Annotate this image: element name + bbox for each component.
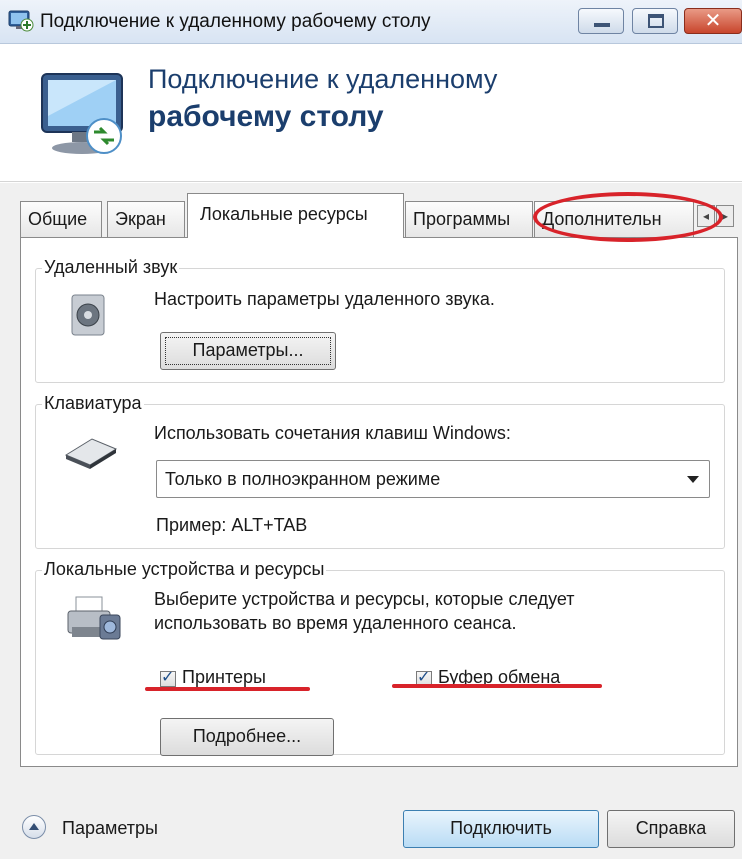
close-button[interactable]: ✕ <box>684 8 742 34</box>
tab-panel-local-resources: Удаленный звук Настроить параметры удале… <box>20 237 738 767</box>
focus-rectangle <box>165 337 331 365</box>
keyboard-example: Пример: ALT+TAB <box>156 515 308 535</box>
remote-sound-group-title: Удаленный звук <box>42 257 180 278</box>
keyboard-group-title: Клавиатура <box>42 393 144 414</box>
maximize-button[interactable] <box>632 8 678 34</box>
local-devices-group-title: Локальные устройства и ресурсы <box>42 559 327 580</box>
minimize-button[interactable] <box>578 8 624 34</box>
local-devices-description-line1: Выберите устройства и ресурсы, которые с… <box>154 589 575 609</box>
printers-label[interactable]: Принтеры <box>182 667 266 688</box>
remote-desktop-icon <box>41 73 123 154</box>
chevron-up-icon <box>29 823 39 830</box>
title-bar: Подключение к удаленному рабочему столу … <box>0 0 742 44</box>
keyboard-combination-value: Только в полноэкранном режиме <box>165 469 441 489</box>
remote-desktop-small-icon <box>8 10 34 32</box>
window-title: Подключение к удаленному рабочему столу <box>40 11 431 32</box>
header-title-line1: Подключение к удаленному <box>148 64 498 94</box>
keyboard-combination-select[interactable]: Только в полноэкранном режиме <box>156 460 710 498</box>
connect-button[interactable]: Подключить <box>403 810 599 848</box>
keyboard-group: Клавиатура Использовать сочетания клавиш… <box>35 393 725 549</box>
remote-sound-description: Настроить параметры удаленного звука. <box>154 289 495 309</box>
connect-button-label: Подключить <box>450 818 552 838</box>
help-button[interactable]: Справка <box>607 810 735 848</box>
printers-checkbox[interactable]: ✓ <box>160 669 176 687</box>
more-details-button-label: Подробнее... <box>192 726 302 746</box>
highlight-underline-clipboard <box>392 684 602 688</box>
dropdown-arrow-icon <box>687 476 699 483</box>
close-icon: ✕ <box>704 10 722 32</box>
keyboard-description: Использовать сочетания клавиш Windows: <box>154 423 511 443</box>
dialog-header: Подключение к удаленному рабочему столу <box>0 44 742 182</box>
help-button-label: Справка <box>635 818 707 838</box>
show-options-toggle[interactable] <box>22 815 46 839</box>
header-title-line2: рабочему столу <box>148 100 384 133</box>
tab-general[interactable]: Общие <box>20 201 102 237</box>
remote-sound-group: Удаленный звук Настроить параметры удале… <box>35 257 725 383</box>
printer-devices-icon <box>67 596 121 640</box>
highlight-oval-advanced-tab <box>533 192 723 242</box>
more-details-button[interactable]: Подробнее... <box>160 718 334 756</box>
speaker-icon <box>71 294 105 336</box>
tab-local-resources[interactable]: Локальные ресурсы <box>187 193 404 238</box>
highlight-underline-printers <box>145 687 310 691</box>
local-devices-group: Локальные устройства и ресурсы Выберите … <box>35 559 725 756</box>
tab-display[interactable]: Экран <box>107 201 185 237</box>
maximize-icon <box>648 14 664 28</box>
sound-settings-button[interactable]: Параметры... <box>160 332 336 370</box>
show-options-label[interactable]: Параметры <box>62 818 158 839</box>
keyboard-icon <box>64 438 118 469</box>
tab-programs[interactable]: Программы <box>405 201 533 237</box>
local-devices-description-line2: использовать во время удаленного сеанса. <box>154 613 517 633</box>
minimize-icon <box>594 23 610 27</box>
checkmark-icon: ✓ <box>161 669 175 686</box>
